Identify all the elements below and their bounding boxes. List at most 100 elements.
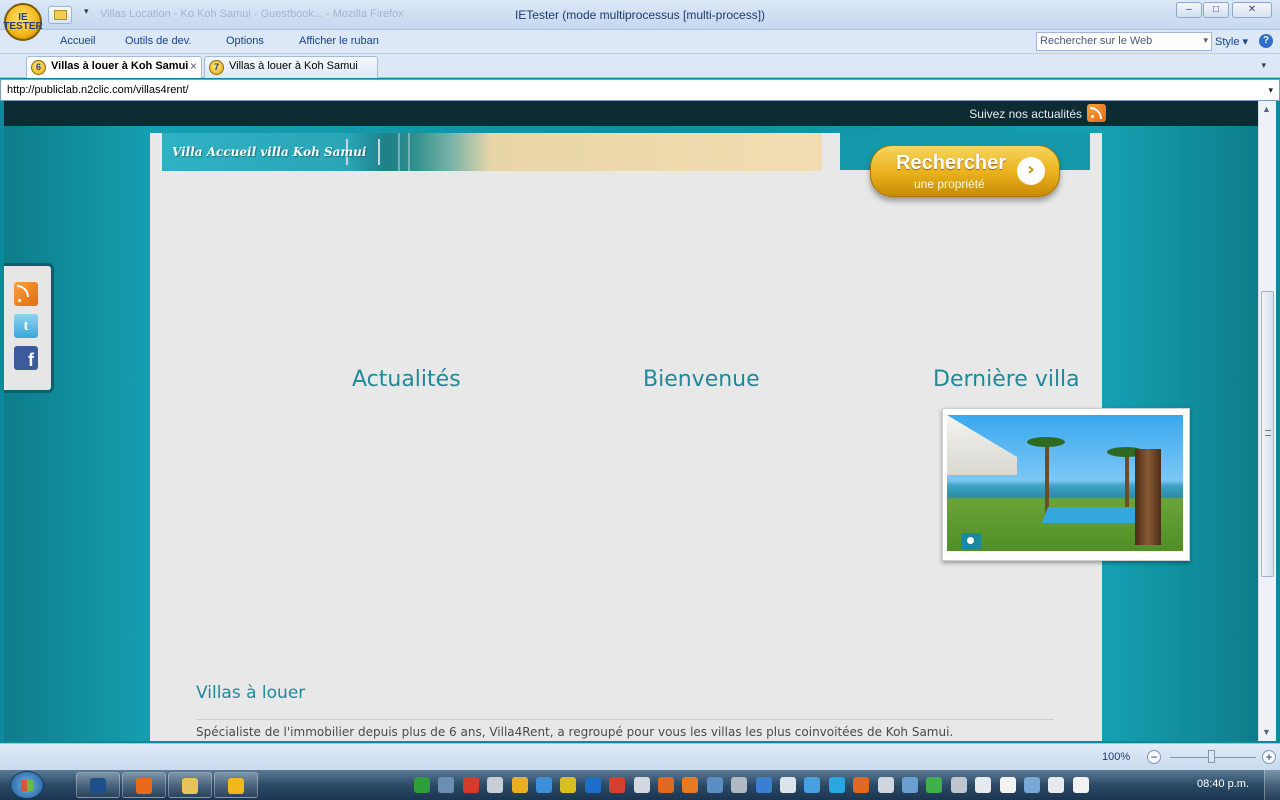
photoshop-icon [90, 778, 106, 794]
banner-decoration [398, 133, 400, 171]
section-title-news: Actualités [352, 367, 461, 392]
tray-app-icon[interactable] [487, 777, 504, 793]
vertical-scrollbar[interactable]: ▲ ▼ [1258, 101, 1276, 741]
tray-app-icon[interactable] [633, 777, 650, 793]
tray-app-icon[interactable] [1048, 777, 1065, 793]
tray-app-icon[interactable] [731, 777, 748, 793]
maximize-button[interactable]: □ [1203, 2, 1229, 18]
palm-trunk [1125, 455, 1129, 513]
taskbar: 08:40 p.m. [0, 770, 1280, 800]
tray-app-icon[interactable] [975, 777, 992, 793]
address-url: http://publiclab.n2clic.com/villas4rent/ [7, 84, 189, 96]
twitter-icon[interactable]: t [14, 314, 38, 338]
latest-villa-photo[interactable] [942, 408, 1190, 561]
help-icon[interactable]: ? [1259, 34, 1273, 48]
search-button-title: Rechercher [896, 152, 1007, 174]
close-tab-icon[interactable]: × [190, 59, 197, 73]
tray-app-icon[interactable] [877, 777, 894, 793]
tray-app-icon[interactable] [560, 777, 577, 793]
site-top-strip: Suivez nos actualités [4, 101, 1258, 126]
facebook-icon[interactable]: f [14, 346, 38, 370]
photoshop-task[interactable] [76, 772, 120, 798]
tray-app-icon[interactable] [828, 777, 845, 793]
banner-decoration [408, 133, 410, 171]
start-button[interactable] [10, 771, 44, 799]
scroll-up-arrow-icon[interactable]: ▲ [1262, 104, 1271, 114]
camera-icon[interactable] [961, 533, 981, 549]
ietester-task[interactable] [214, 772, 258, 798]
tray-app-icon[interactable] [462, 777, 479, 793]
search-button-subtitle: une propriété [914, 177, 985, 191]
section-title-welcome: Bienvenue [643, 367, 760, 392]
social-sidebar: t f [4, 263, 54, 393]
chevron-down-icon[interactable]: ▾ [1268, 85, 1273, 96]
banner-caption: Villa Accueil villa Koh Samui [172, 145, 367, 159]
divider [196, 719, 1054, 720]
ietester-icon [228, 778, 244, 794]
tray-app-icon[interactable] [1072, 777, 1089, 793]
tab-list-dropdown[interactable]: ▾ [1261, 60, 1266, 71]
tab-label: Villas à louer à Koh Samui [51, 60, 189, 72]
explorer-task[interactable] [168, 772, 212, 798]
minimize-button[interactable]: – [1176, 2, 1202, 18]
grip-icon [1265, 430, 1271, 436]
app-orb-button[interactable]: IE TESTER [3, 3, 43, 41]
roof-shape [947, 415, 1017, 475]
zoom-in-button[interactable]: + [1262, 750, 1276, 764]
tray-app-icon[interactable] [950, 777, 967, 793]
page-content: Villa Accueil villa Koh Samui Rechercher… [150, 133, 1190, 741]
tray-app-icon[interactable] [926, 777, 943, 793]
ribbon-tab-accueil[interactable]: Accueil [60, 35, 95, 47]
zoom-out-button[interactable]: − [1147, 750, 1161, 764]
intro-paragraph: Spécialiste de l'immobilier depuis plus … [196, 725, 954, 739]
search-property-button[interactable]: Rechercher une propriété › [870, 145, 1060, 197]
tray-app-icon[interactable] [584, 777, 601, 793]
scrollbar-thumb[interactable] [1261, 291, 1274, 577]
firefox-task[interactable] [122, 772, 166, 798]
tab-ie6[interactable]: 6 Villas à louer à Koh Samui × [26, 56, 202, 78]
tray-app-icon[interactable] [682, 777, 699, 793]
tray-app-icon[interactable] [902, 777, 918, 793]
web-search-input[interactable]: Rechercher sur le Web ▾ [1036, 32, 1212, 51]
browser-tab-row: 6 Villas à louer à Koh Samui × 7 Villas … [0, 54, 1280, 78]
style-menu[interactable]: Style ▾ [1215, 35, 1248, 48]
ietester-logo-icon: IE TESTER [3, 12, 43, 32]
tray-app-icon[interactable] [658, 777, 674, 793]
tray-app-icon[interactable] [999, 777, 1016, 793]
tray-app-icon[interactable] [853, 777, 870, 793]
villas-for-rent-title: Villas à louer [196, 683, 306, 703]
tray-app-icon[interactable] [780, 777, 796, 793]
clock[interactable]: 08:40 p.m. [1197, 778, 1249, 790]
ribbon-tab-options[interactable]: Options [226, 35, 264, 47]
pool-shape [1042, 507, 1144, 523]
tab-ie7[interactable]: 7 Villas à louer à Koh Samui [204, 56, 378, 78]
ribbon-tab-show-ribbon[interactable]: Afficher le ruban [299, 35, 379, 47]
tab-label: Villas à louer à Koh Samui [229, 60, 358, 72]
tray-app-icon[interactable] [755, 777, 772, 793]
tray-app-icon[interactable] [536, 777, 552, 793]
ribbon-tab-dev-tools[interactable]: Outils de dev. [125, 35, 191, 47]
villa-image [947, 415, 1183, 551]
close-button[interactable]: ✕ [1232, 2, 1272, 18]
tray-app-icon[interactable] [511, 777, 528, 793]
address-bar[interactable]: http://publiclab.n2clic.com/villas4rent/… [0, 79, 1280, 101]
zoom-level[interactable]: 100% [1102, 751, 1130, 763]
tray-app-icon[interactable] [438, 777, 455, 793]
tray-app-icon[interactable] [609, 777, 626, 793]
follow-news-link[interactable]: Suivez nos actualités [969, 107, 1082, 121]
ribbon-bar: Accueil Outils de dev. Options Afficher … [0, 30, 1280, 54]
tray-app-icon[interactable] [804, 777, 821, 793]
title-bar: ▾ Villas Location - Ko Koh Samui - Guest… [0, 0, 1280, 30]
rss-icon[interactable] [14, 282, 38, 306]
web-search-placeholder: Rechercher sur le Web [1040, 35, 1153, 47]
chevron-down-icon[interactable]: ▾ [1203, 35, 1208, 46]
zoom-slider-thumb[interactable] [1208, 750, 1215, 763]
firefox-icon [136, 778, 152, 794]
tray-app-icon[interactable] [1024, 777, 1040, 793]
palm-trunk [1045, 445, 1049, 513]
tray-app-icon[interactable] [414, 777, 430, 793]
scroll-down-arrow-icon[interactable]: ▼ [1262, 727, 1271, 737]
tray-app-icon[interactable] [706, 777, 723, 793]
rss-icon[interactable] [1087, 104, 1106, 122]
show-desktop-button[interactable] [1264, 770, 1280, 800]
